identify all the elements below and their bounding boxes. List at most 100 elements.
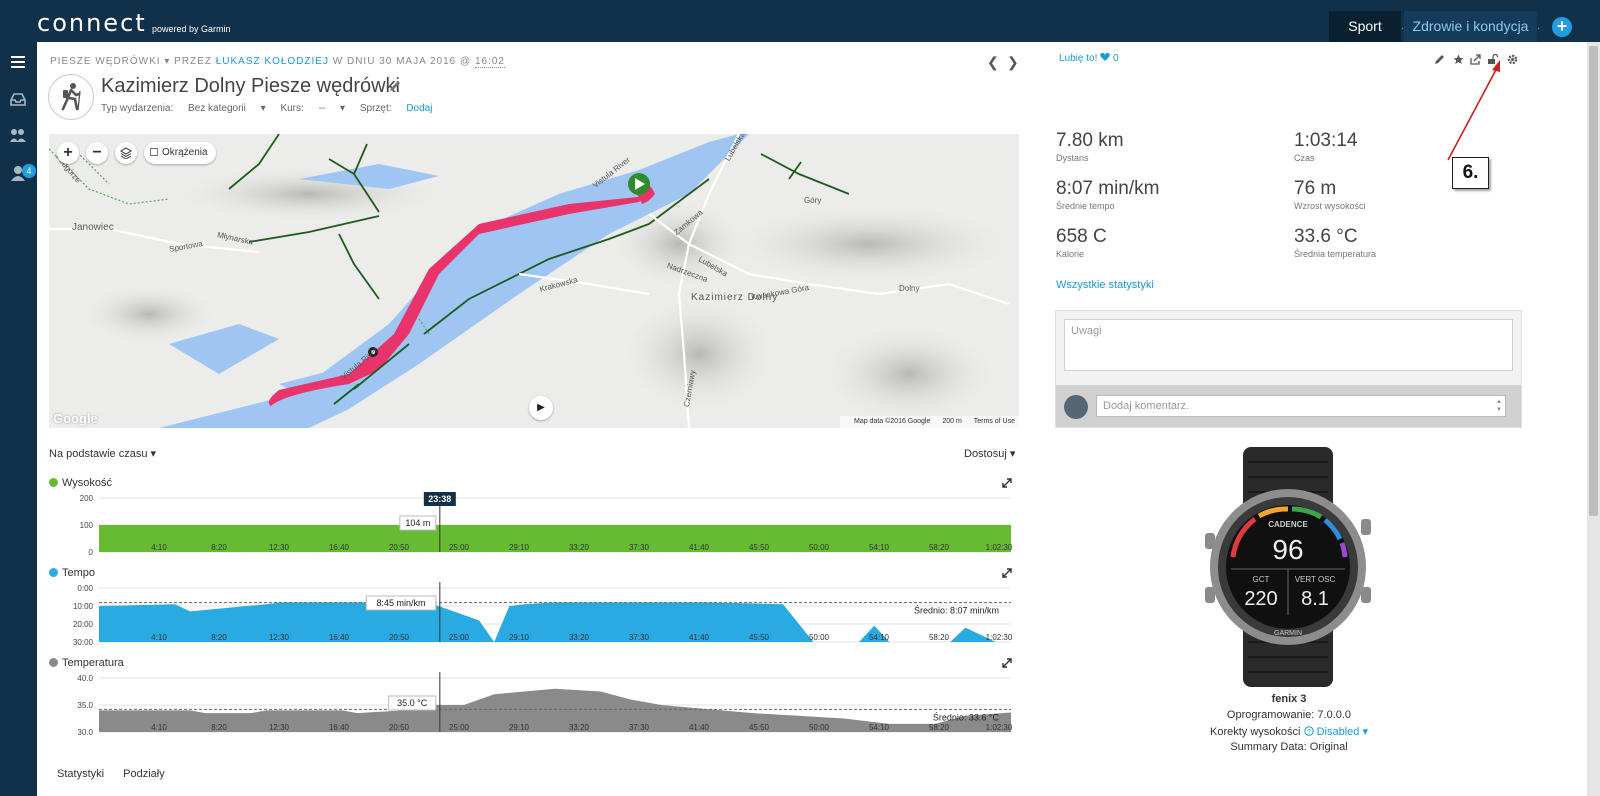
like-row[interactable]: Lubię to! 0 (1059, 52, 1119, 64)
x-tick-label: 45:50 (749, 723, 770, 732)
comment-placeholder: Dodaj komentarz. (1103, 400, 1190, 412)
chart-basis-label: Na podstawie czasu (49, 448, 148, 460)
x-tick-label: 54:10 (869, 633, 890, 642)
activity-map[interactable]: Janowiec Kazimierz Dolny Vistula River V… (49, 134, 1019, 428)
previous-activity-button[interactable]: ❮ (987, 54, 999, 71)
device-name[interactable]: fenix 3 (1165, 693, 1413, 705)
watch-brand: GARMIN (1274, 630, 1302, 637)
course[interactable]: Kurs: -- ▾ (280, 103, 345, 114)
zoom-out-button[interactable]: − (86, 142, 108, 164)
x-tick-label: 25:00 (449, 633, 470, 642)
zoom-in-button[interactable]: + (57, 142, 79, 164)
laps-checkbox[interactable]: Okrążenia (144, 142, 216, 164)
breadcrumb: PIESZE WĘDRÓWKI ▾ PRZEZ ŁUKASZ KOŁODZIEJ… (50, 56, 505, 68)
device-software: Oprogramowanie: 7.0.0.0 (1226, 709, 1352, 721)
scroll-thumb[interactable] (1589, 46, 1598, 516)
map-scale: 200 m (942, 418, 962, 425)
inbox-icon[interactable] (9, 90, 27, 108)
breadcrumb-caret[interactable]: ▾ (164, 56, 174, 67)
expand-icon[interactable] (1002, 658, 1012, 668)
adjust-dropdown[interactable]: Dostosuj ▾ (964, 447, 1015, 460)
x-tick-label: 54:10 (869, 723, 890, 732)
map-canvas (49, 134, 1019, 428)
x-tick-label: 16:40 (329, 543, 350, 552)
x-tick-label: 25:00 (449, 723, 470, 732)
user-link[interactable]: ŁUKASZ KOŁODZIEJ (216, 56, 329, 67)
pencil-icon[interactable] (389, 80, 401, 92)
chart-basis-dropdown[interactable]: Na podstawie czasu ▾ (49, 447, 156, 460)
y-tick-label: 40.0 (77, 674, 93, 683)
chart-title-text: Temperatura (62, 657, 124, 669)
elevation-chart[interactable]: 200 100 0 4:10 8:20 12:30 16:40 20:50 25:00 29:10… (49, 492, 1013, 558)
adjust-label: Dostosuj (964, 448, 1007, 460)
expand-icon[interactable] (1002, 478, 1012, 488)
breadcrumb-date: W DNIU 30 MAJA 2016 @ (332, 56, 472, 67)
tooltip-value: 35.0 °C (397, 698, 428, 708)
connections-icon[interactable] (9, 126, 27, 144)
layers-icon (120, 147, 132, 160)
heart-icon[interactable] (1100, 52, 1110, 62)
x-tick-label: 29:10 (509, 543, 530, 552)
y-tick-label: 0 (89, 548, 94, 557)
tab-separator: . (1537, 20, 1541, 32)
play-route-button[interactable]: ▶ (529, 396, 553, 420)
menu-icon[interactable] (9, 53, 27, 71)
like-link[interactable]: Lubię to! (1059, 53, 1097, 64)
tooltip-value: 104 m (405, 518, 430, 528)
checkbox-box[interactable] (150, 148, 158, 156)
activity-type-link[interactable]: PIESZE WĘDRÓWKI (50, 56, 161, 67)
event-type-label: Typ wydarzenia: (101, 103, 174, 114)
notes-textarea[interactable]: Uwagi (1064, 319, 1513, 371)
comment-resize-spinner[interactable]: ▲ ▼ (1496, 398, 1502, 414)
comment-input[interactable]: Dodaj komentarz. ▲ ▼ (1096, 395, 1506, 417)
chart-title-text: Wysokość (62, 477, 113, 489)
stat-avg-temperature: 33.6 °C Średnia temperatura (1294, 226, 1376, 259)
x-tick-label: 33:20 (569, 633, 590, 642)
profile-icon[interactable] (9, 164, 27, 182)
gear: Sprzęt: Dodaj (360, 103, 445, 114)
x-tick-label: 33:20 (569, 723, 590, 732)
x-tick-label: 50:00 (809, 633, 830, 642)
event-type[interactable]: Typ wydarzenia: Bez kategorii ▾ (101, 103, 266, 114)
next-activity-button[interactable]: ❯ (1007, 54, 1019, 71)
help-icon[interactable]: ? (1303, 726, 1314, 736)
comment-bar: Dodaj komentarz. ▲ ▼ (1056, 385, 1521, 427)
page-scrollbar[interactable] (1587, 42, 1600, 796)
x-tick-label: 20:50 (389, 723, 410, 732)
all-stats-link[interactable]: Wszystkie statystyki (1056, 279, 1154, 291)
tooltip-value: 8:45 min/km (377, 598, 426, 608)
main-content: PIESZE WĘDRÓWKI ▾ PRZEZ ŁUKASZ KOŁODZIEJ… (37, 42, 1587, 796)
breadcrumb-time[interactable]: 16:02 (474, 56, 505, 68)
activity-type-icon (48, 74, 94, 120)
x-tick-label: 50:00 (809, 723, 830, 732)
terms-link[interactable]: Terms of Use (974, 418, 1015, 425)
stat-elevation-gain: 76 m Wzrost wysokości (1294, 178, 1366, 211)
elevation-dropdown[interactable]: Disabled ▾ (1317, 726, 1368, 738)
x-tick-label: 37:30 (629, 633, 650, 642)
temperature-chart[interactable]: 40.0 35.0 30.0 Średnio: 33.6 °C 4:10 8:20 12:3… (49, 672, 1013, 738)
x-tick-label: 16:40 (329, 723, 350, 732)
tab-splits[interactable]: Podziały (123, 768, 165, 780)
connect-logo[interactable]: connect (37, 9, 147, 37)
add-button[interactable]: + (1552, 17, 1572, 37)
tab-health[interactable]: Zdrowie i kondycja (1404, 11, 1537, 42)
watch-cadence-value: 96 (1272, 534, 1303, 565)
activity-meta: Typ wydarzenia: Bez kategorii ▾ Kurs: --… (101, 103, 456, 114)
x-tick-label: 45:50 (749, 543, 770, 552)
activity-title[interactable]: Kazimierz Dolny Piesze wędrówki (101, 75, 400, 98)
top-bar: connect powered by Garmin Sport . Zdrowi… (0, 0, 1600, 42)
temperature-chart-title: Temperatura (49, 657, 124, 669)
expand-icon[interactable] (1002, 568, 1012, 578)
pace-chart[interactable]: 0:00 10:00 20:00 30:00 Średnio: 8:07 min/km 4… (49, 582, 1013, 648)
x-tick-label: 33:20 (569, 543, 590, 552)
add-gear-link[interactable]: Dodaj (406, 103, 432, 114)
google-logo: Google (53, 411, 98, 426)
x-tick-label: 8:20 (211, 543, 227, 552)
layers-button[interactable] (115, 142, 137, 164)
map-label: Dolny (899, 284, 920, 293)
tab-sport[interactable]: Sport (1329, 11, 1401, 42)
x-tick-label: 16:40 (329, 633, 350, 642)
tab-statistics[interactable]: Statystyki (57, 768, 104, 780)
stat-value: 7.80 km (1056, 130, 1124, 151)
left-nav: 4 (0, 42, 37, 796)
